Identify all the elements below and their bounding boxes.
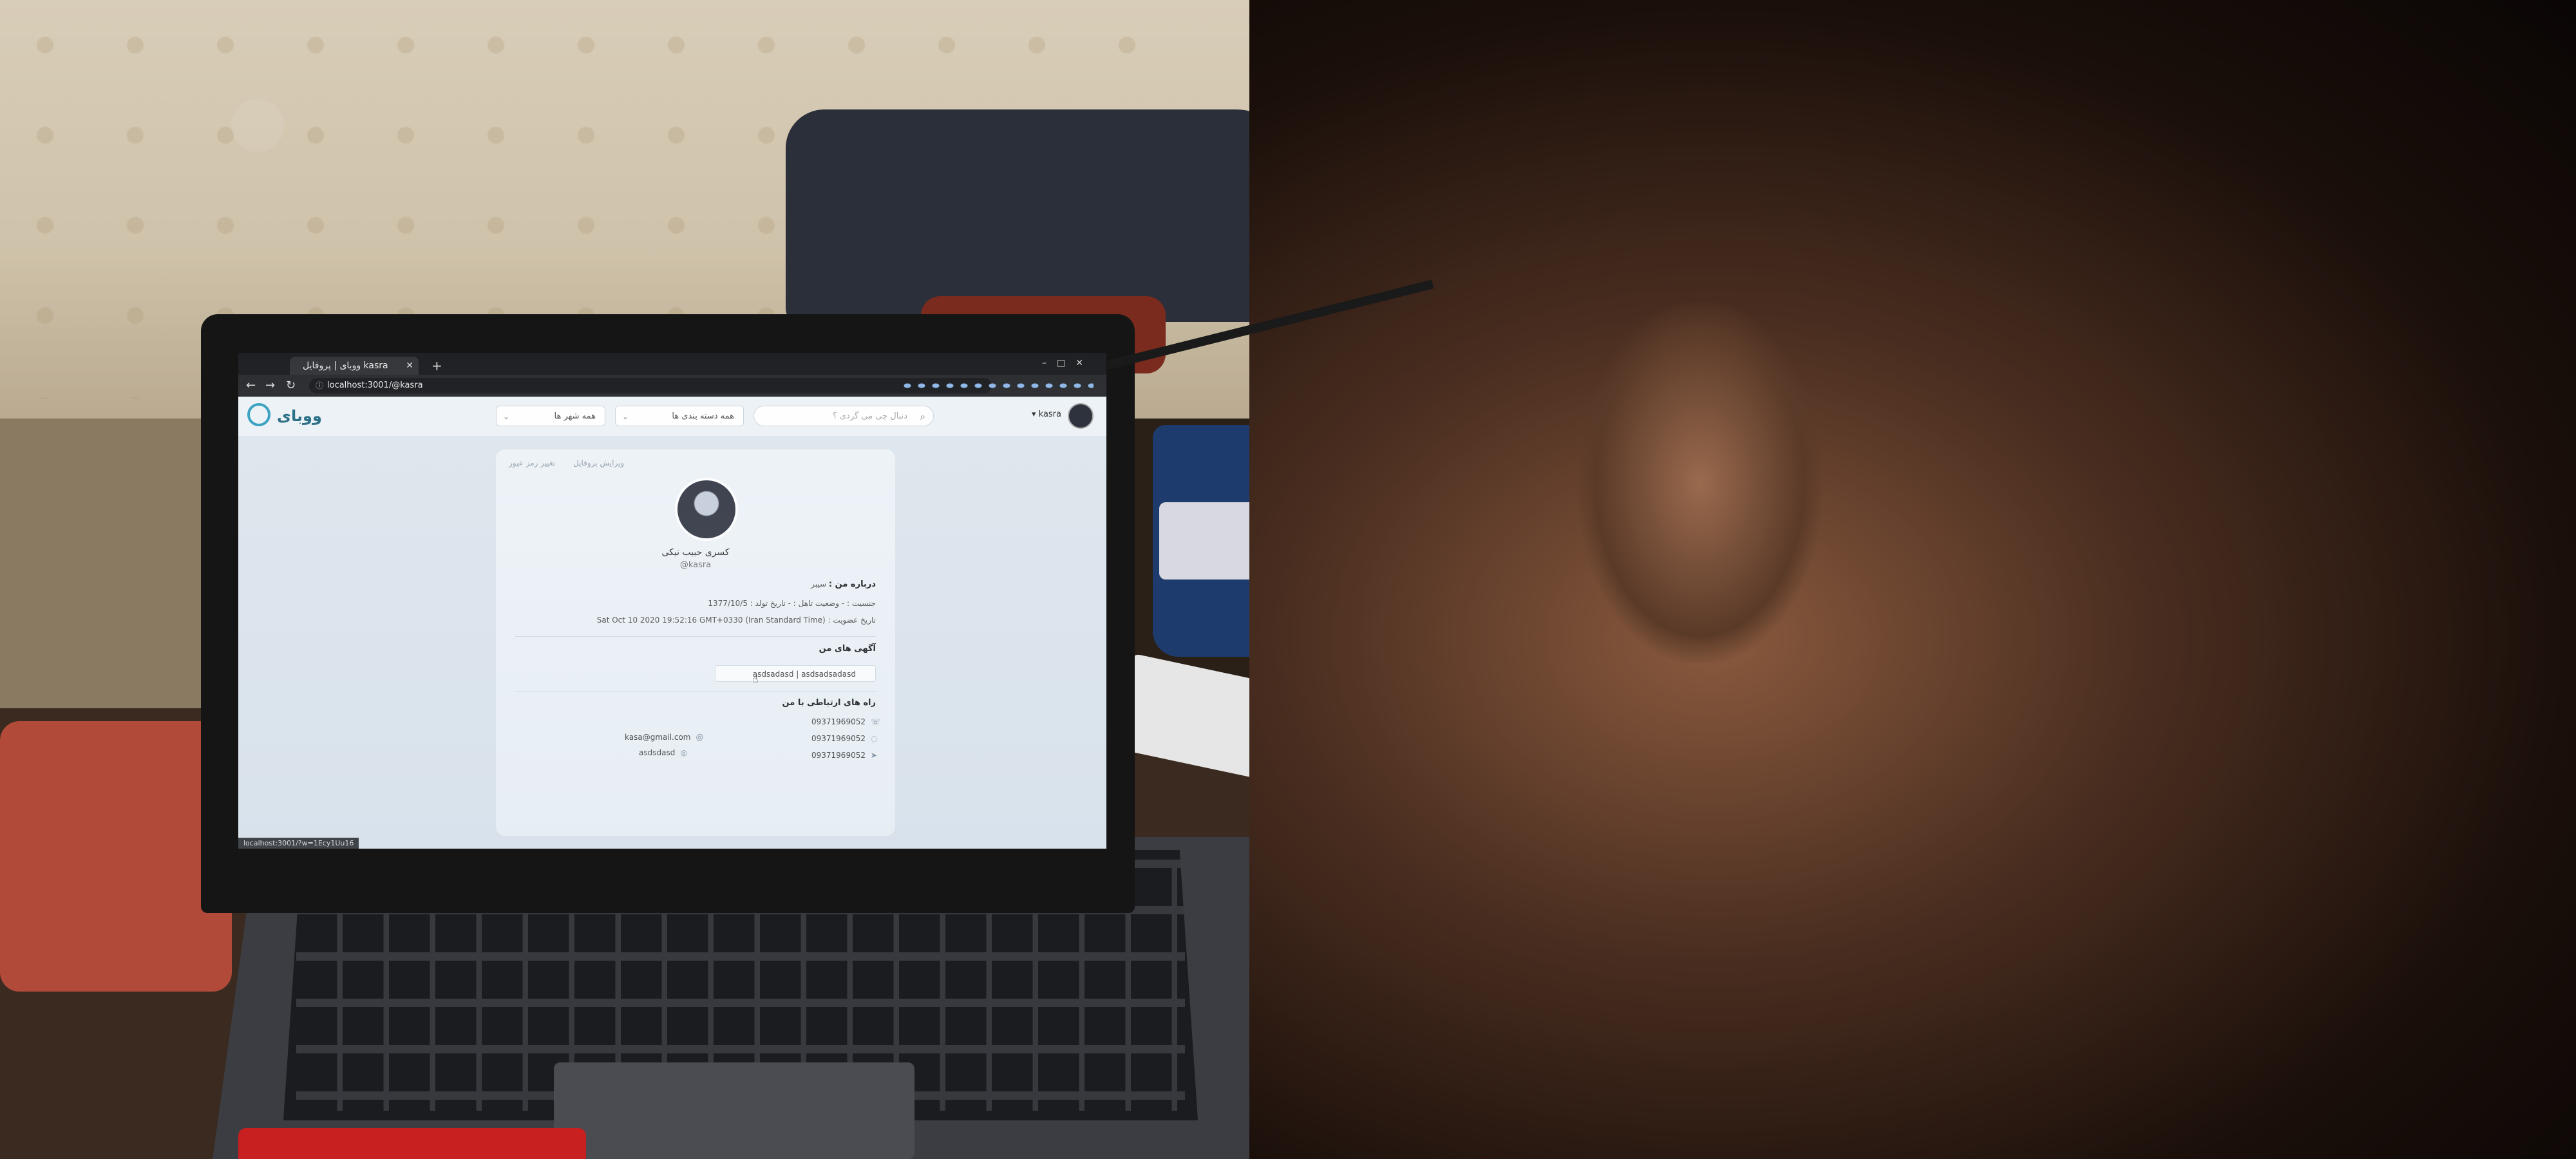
- search-icon[interactable]: ⌕: [920, 406, 925, 427]
- ads-title: آگهی های من: [819, 644, 876, 654]
- email-row: kasa@gmail.com @: [625, 733, 704, 742]
- profile-tabs: ویرایش پروفایل تغییر رمز عبور: [509, 458, 639, 467]
- tab-edit-profile[interactable]: ویرایش پروفایل: [573, 458, 624, 467]
- profile-avatar: [675, 478, 738, 541]
- tab-title: ووبای | پروفایل kasra: [303, 361, 388, 371]
- extension-icons[interactable]: [900, 381, 1094, 390]
- back-icon[interactable]: ←: [246, 379, 256, 392]
- browser-toolbar: ← → ↻ ⓘ localhost:3001/@kasra: [238, 375, 1106, 397]
- person-head: [1249, 0, 2576, 1159]
- person-ear: [1578, 303, 1823, 663]
- forward-icon[interactable]: →: [265, 379, 275, 392]
- status-bar-url: localhost:3001/?w=1Ecy1Uu16: [238, 838, 359, 849]
- window-controls[interactable]: –□✕: [1042, 358, 1094, 368]
- tab-change-password[interactable]: تغییر رمز عبور: [509, 458, 555, 467]
- telegram-icon: ➤: [870, 751, 878, 760]
- tab-close-icon[interactable]: ✕: [406, 357, 413, 375]
- whatsapp-row: 09371969052 ◌: [811, 734, 878, 743]
- logo-icon[interactable]: [247, 403, 270, 426]
- touchpad: [554, 1062, 914, 1159]
- app-header: ووبای ⌄ همه شهر ها ⌄ همه دسته بندی ها دن…: [238, 397, 1106, 437]
- avatar[interactable]: [1068, 403, 1094, 429]
- join-row: تاریخ عضویت : Sat Oct 10 2020 19:52:16 G…: [596, 616, 876, 625]
- notebook: [0, 721, 232, 992]
- city-select[interactable]: ⌄ همه شهر ها: [496, 406, 605, 426]
- username: ▾ kasra: [1031, 410, 1061, 419]
- chevron-down-icon: ⌄: [622, 412, 629, 421]
- chevron-down-icon: ⌄: [503, 412, 510, 421]
- instagram-icon: ◎: [680, 748, 687, 757]
- divider: [515, 691, 876, 692]
- profile-card: ویرایش پروفایل تغییر رمز عبور کسری حبیب …: [496, 449, 895, 836]
- photo-scene: ووبای | پروفایل kasra ✕ + –□✕ ← → ↻ ⓘ lo…: [0, 0, 2576, 1159]
- logo[interactable]: ووبای: [277, 407, 322, 425]
- profile-handle: @kasra: [679, 560, 712, 570]
- laptop-screen: ووبای | پروفایل kasra ✕ + –□✕ ← → ↻ ⓘ lo…: [238, 353, 1106, 849]
- telegram-row: 09371969052 ➤: [811, 751, 878, 760]
- reload-icon[interactable]: ↻: [286, 379, 296, 392]
- category-select[interactable]: ⌄ همه دسته بندی ها: [615, 406, 744, 426]
- info-icon[interactable]: ⓘ: [316, 378, 323, 393]
- browser-tabbar: ووبای | پروفایل kasra ✕ + –□✕: [238, 353, 1106, 375]
- phone-row: 09371969052 ☏: [811, 717, 880, 726]
- red-cloth: [238, 1128, 586, 1159]
- url-text: localhost:3001/@kasra: [327, 381, 423, 390]
- profile-name: کسری حبیب نیکی: [661, 547, 730, 558]
- divider: [515, 636, 876, 637]
- chair-with-jacket: [786, 109, 1288, 322]
- instagram-row: asdsdasd ◎: [639, 748, 687, 757]
- email-icon: @: [696, 733, 704, 742]
- browser-tab[interactable]: ووبای | پروفایل kasra ✕: [290, 357, 419, 375]
- new-tab-button[interactable]: +: [431, 357, 442, 375]
- whatsapp-icon: ◌: [870, 734, 878, 743]
- phone-icon: ☏: [870, 717, 880, 726]
- search-input[interactable]: دنبال چی می گردی ؟ ⌕: [753, 406, 934, 426]
- address-bar[interactable]: ⓘ localhost:3001/@kasra: [309, 378, 992, 393]
- ad-item[interactable]: asdsadasd | asdsadsadasd: [715, 665, 876, 682]
- details-row: جنسیت : - وضعیت تاهل : - تاریخ تولد : 13…: [708, 599, 876, 608]
- about-row: درباره من : سیبر: [811, 580, 876, 589]
- contact-title: راه های ارتباطی با من: [782, 698, 876, 708]
- pointer-cursor-icon: ☝: [752, 673, 759, 685]
